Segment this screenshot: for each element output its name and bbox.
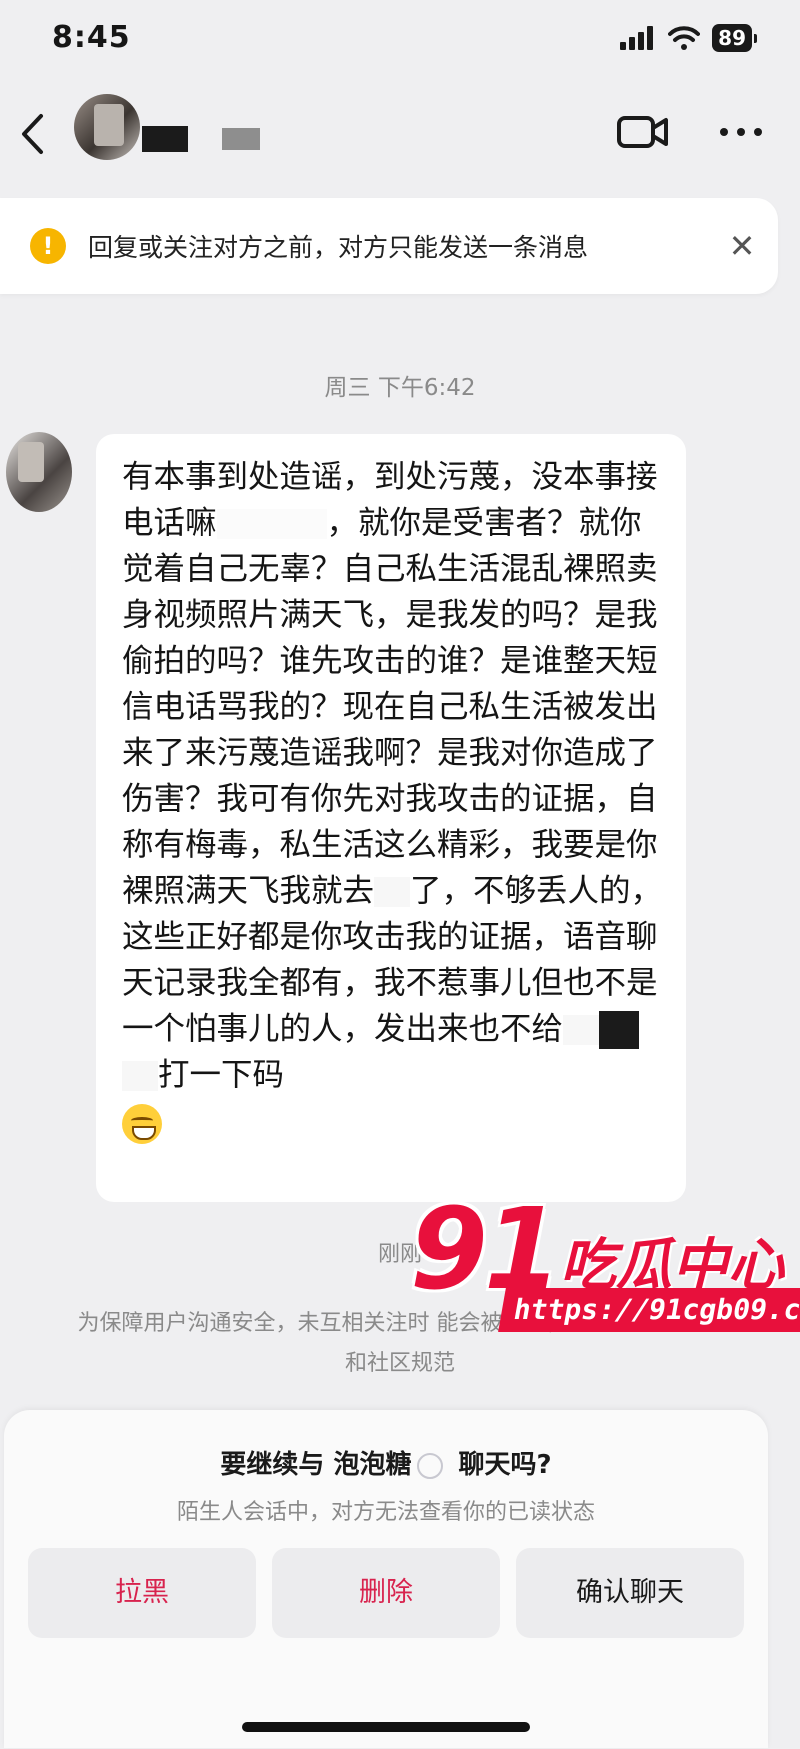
clock: 8:45 [52,20,131,55]
sheet-subtitle: 陌生人会话中，对方无法查看你的已读状态 [176,1500,595,1525]
close-icon[interactable]: ✕ [720,224,764,268]
cellular-signal-icon [620,26,654,50]
sender-avatar[interactable] [6,432,72,512]
delete-button[interactable]: 删除 [272,1548,500,1638]
message-timestamp: 周三 下午6:42 [324,375,476,401]
video-call-button[interactable] [616,110,670,154]
chat-header [0,80,800,190]
back-button[interactable] [10,108,54,160]
sheet-title-prefix: 要继续与 泡泡糖 [220,1450,412,1480]
status-bar: 8:45 89 [0,0,800,80]
stranger-chat-sheet: 要继续与 泡泡糖 聊天吗? 陌生人会话中，对方无法查看你的已读状态 拉黑 删除 … [4,1410,768,1748]
grinning-sweat-emoji-icon [122,1104,162,1144]
bubble-icon [417,1452,444,1479]
more-dots-icon [720,128,762,136]
redaction [563,1015,600,1045]
message-bubble[interactable]: 有本事到处造谣，到处污蔑，没本事接电话嘛 ，就你是受害者？就你觉着自己无辜？自己私… [96,434,686,1202]
status-icons: 89 [620,24,757,52]
sheet-title-suffix: 聊天吗? [449,1450,552,1480]
redaction [374,877,411,907]
sheet-title: 要继续与 泡泡糖 聊天吗? [4,1444,768,1481]
message-limit-notice: ! 回复或关注对方之前，对方只能发送一条消息 ✕ [0,198,778,294]
contact-avatar[interactable] [74,94,140,160]
confirm-chat-button[interactable]: 确认聊天 [516,1548,744,1638]
redaction [216,509,327,539]
block-button[interactable]: 拉黑 [28,1548,256,1638]
more-options-button[interactable] [716,110,766,154]
notice-text: 回复或关注对方之前，对方只能发送一条消息 [88,233,589,262]
redaction [122,1061,158,1091]
warning-icon: ! [30,228,66,264]
video-camera-icon [617,116,668,148]
safety-note: 为保障用户沟通安全，未互相关注时 能会被处理，请遵守法律法规和社区规范 [77,1311,723,1376]
home-indicator[interactable] [242,1722,530,1732]
message-text-part: ，就你是受害者？就你觉着自己无辜？自己私生活混乱裸照卖身视频照片满天飞，是我发的… [122,505,658,909]
redaction-dark [599,1011,640,1049]
message-text-part: 打一下码 [158,1057,285,1093]
contact-name-redacted-2 [222,128,260,150]
contact-name-redacted[interactable] [142,126,188,152]
battery-icon: 89 [712,24,757,52]
chevron-left-icon [22,114,43,154]
sent-status: 刚刚 [377,1242,422,1267]
message-text: 有本事到处造谣，到处污蔑，没本事接电话嘛 ，就你是受害者？就你觉着自己无辜？自己私… [122,454,670,1144]
wifi-icon [668,26,701,50]
